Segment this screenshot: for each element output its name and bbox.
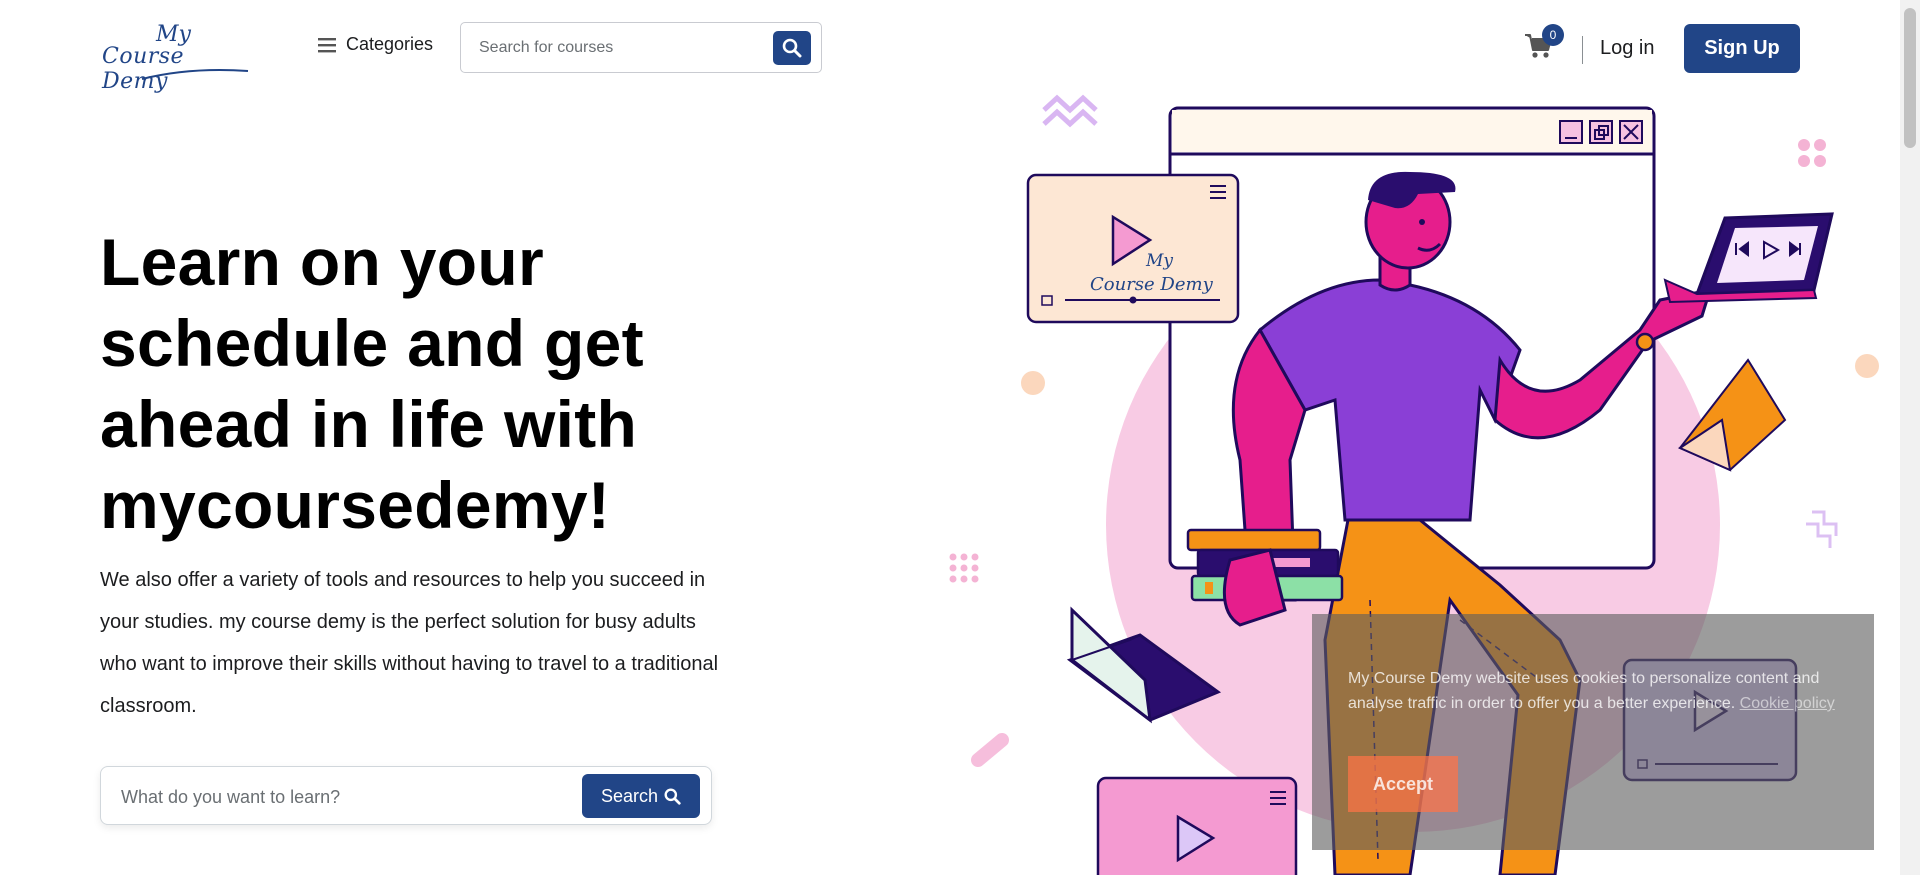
restore-icon: [1589, 120, 1613, 144]
hero-search: Search: [100, 766, 712, 825]
cart-count-badge: 0: [1542, 24, 1564, 46]
logo-swoosh-icon: [141, 69, 249, 80]
categories-label: Categories: [346, 34, 434, 54]
video-card-logo-line2: Course Demy: [1090, 274, 1214, 295]
watch-icon: [1635, 332, 1655, 352]
hamburger-icon: [318, 37, 336, 52]
cookie-policy-link[interactable]: Cookie policy: [1740, 695, 1835, 712]
header-search: [460, 22, 822, 73]
login-link[interactable]: Log in: [1600, 37, 1655, 60]
hero-description: We also offer a variety of tools and res…: [100, 569, 719, 717]
cart-button[interactable]: 0: [1524, 24, 1564, 66]
header-search-input[interactable]: [479, 35, 759, 61]
laptop-icon: [1663, 212, 1834, 304]
dots-decoration-left: [949, 553, 979, 583]
pill-decoration: [971, 733, 1009, 767]
video-card-logo-line1: My: [1145, 251, 1173, 271]
header-divider: [1582, 36, 1583, 64]
signup-button[interactable]: Sign Up: [1684, 24, 1800, 73]
close-icon: [1619, 120, 1643, 144]
cookie-accept-button[interactable]: Accept: [1348, 756, 1458, 812]
minimize-icon: [1559, 120, 1583, 144]
circle-decoration: [1855, 354, 1879, 378]
hero-title: Learn on your schedule and get ahead in …: [100, 225, 644, 542]
hero-search-button[interactable]: Search: [582, 774, 700, 818]
video-card-bottom: [1096, 776, 1298, 875]
step-decoration: [1806, 522, 1832, 548]
cookie-banner: My Course Demy website uses cookies to p…: [1312, 614, 1874, 850]
search-icon: [782, 38, 802, 58]
hero-search-input[interactable]: [121, 783, 541, 811]
scrollbar-thumb[interactable]: [1904, 8, 1916, 148]
video-card: My Course Demy: [1026, 173, 1240, 324]
dots-decoration: [1798, 139, 1826, 167]
page-scrollbar[interactable]: [1900, 0, 1920, 875]
zigzag-decoration: [1042, 94, 1098, 128]
search-icon: [664, 788, 681, 805]
header-search-button[interactable]: [773, 31, 811, 65]
categories-menu[interactable]: Categories: [318, 34, 433, 55]
hero-search-button-label: Search: [600, 785, 659, 806]
circle-decoration: [1021, 371, 1045, 395]
site-logo[interactable]: My Course Demy: [100, 22, 255, 94]
cookie-message-wrapper: My Course Demy website uses cookies to p…: [1348, 666, 1848, 716]
